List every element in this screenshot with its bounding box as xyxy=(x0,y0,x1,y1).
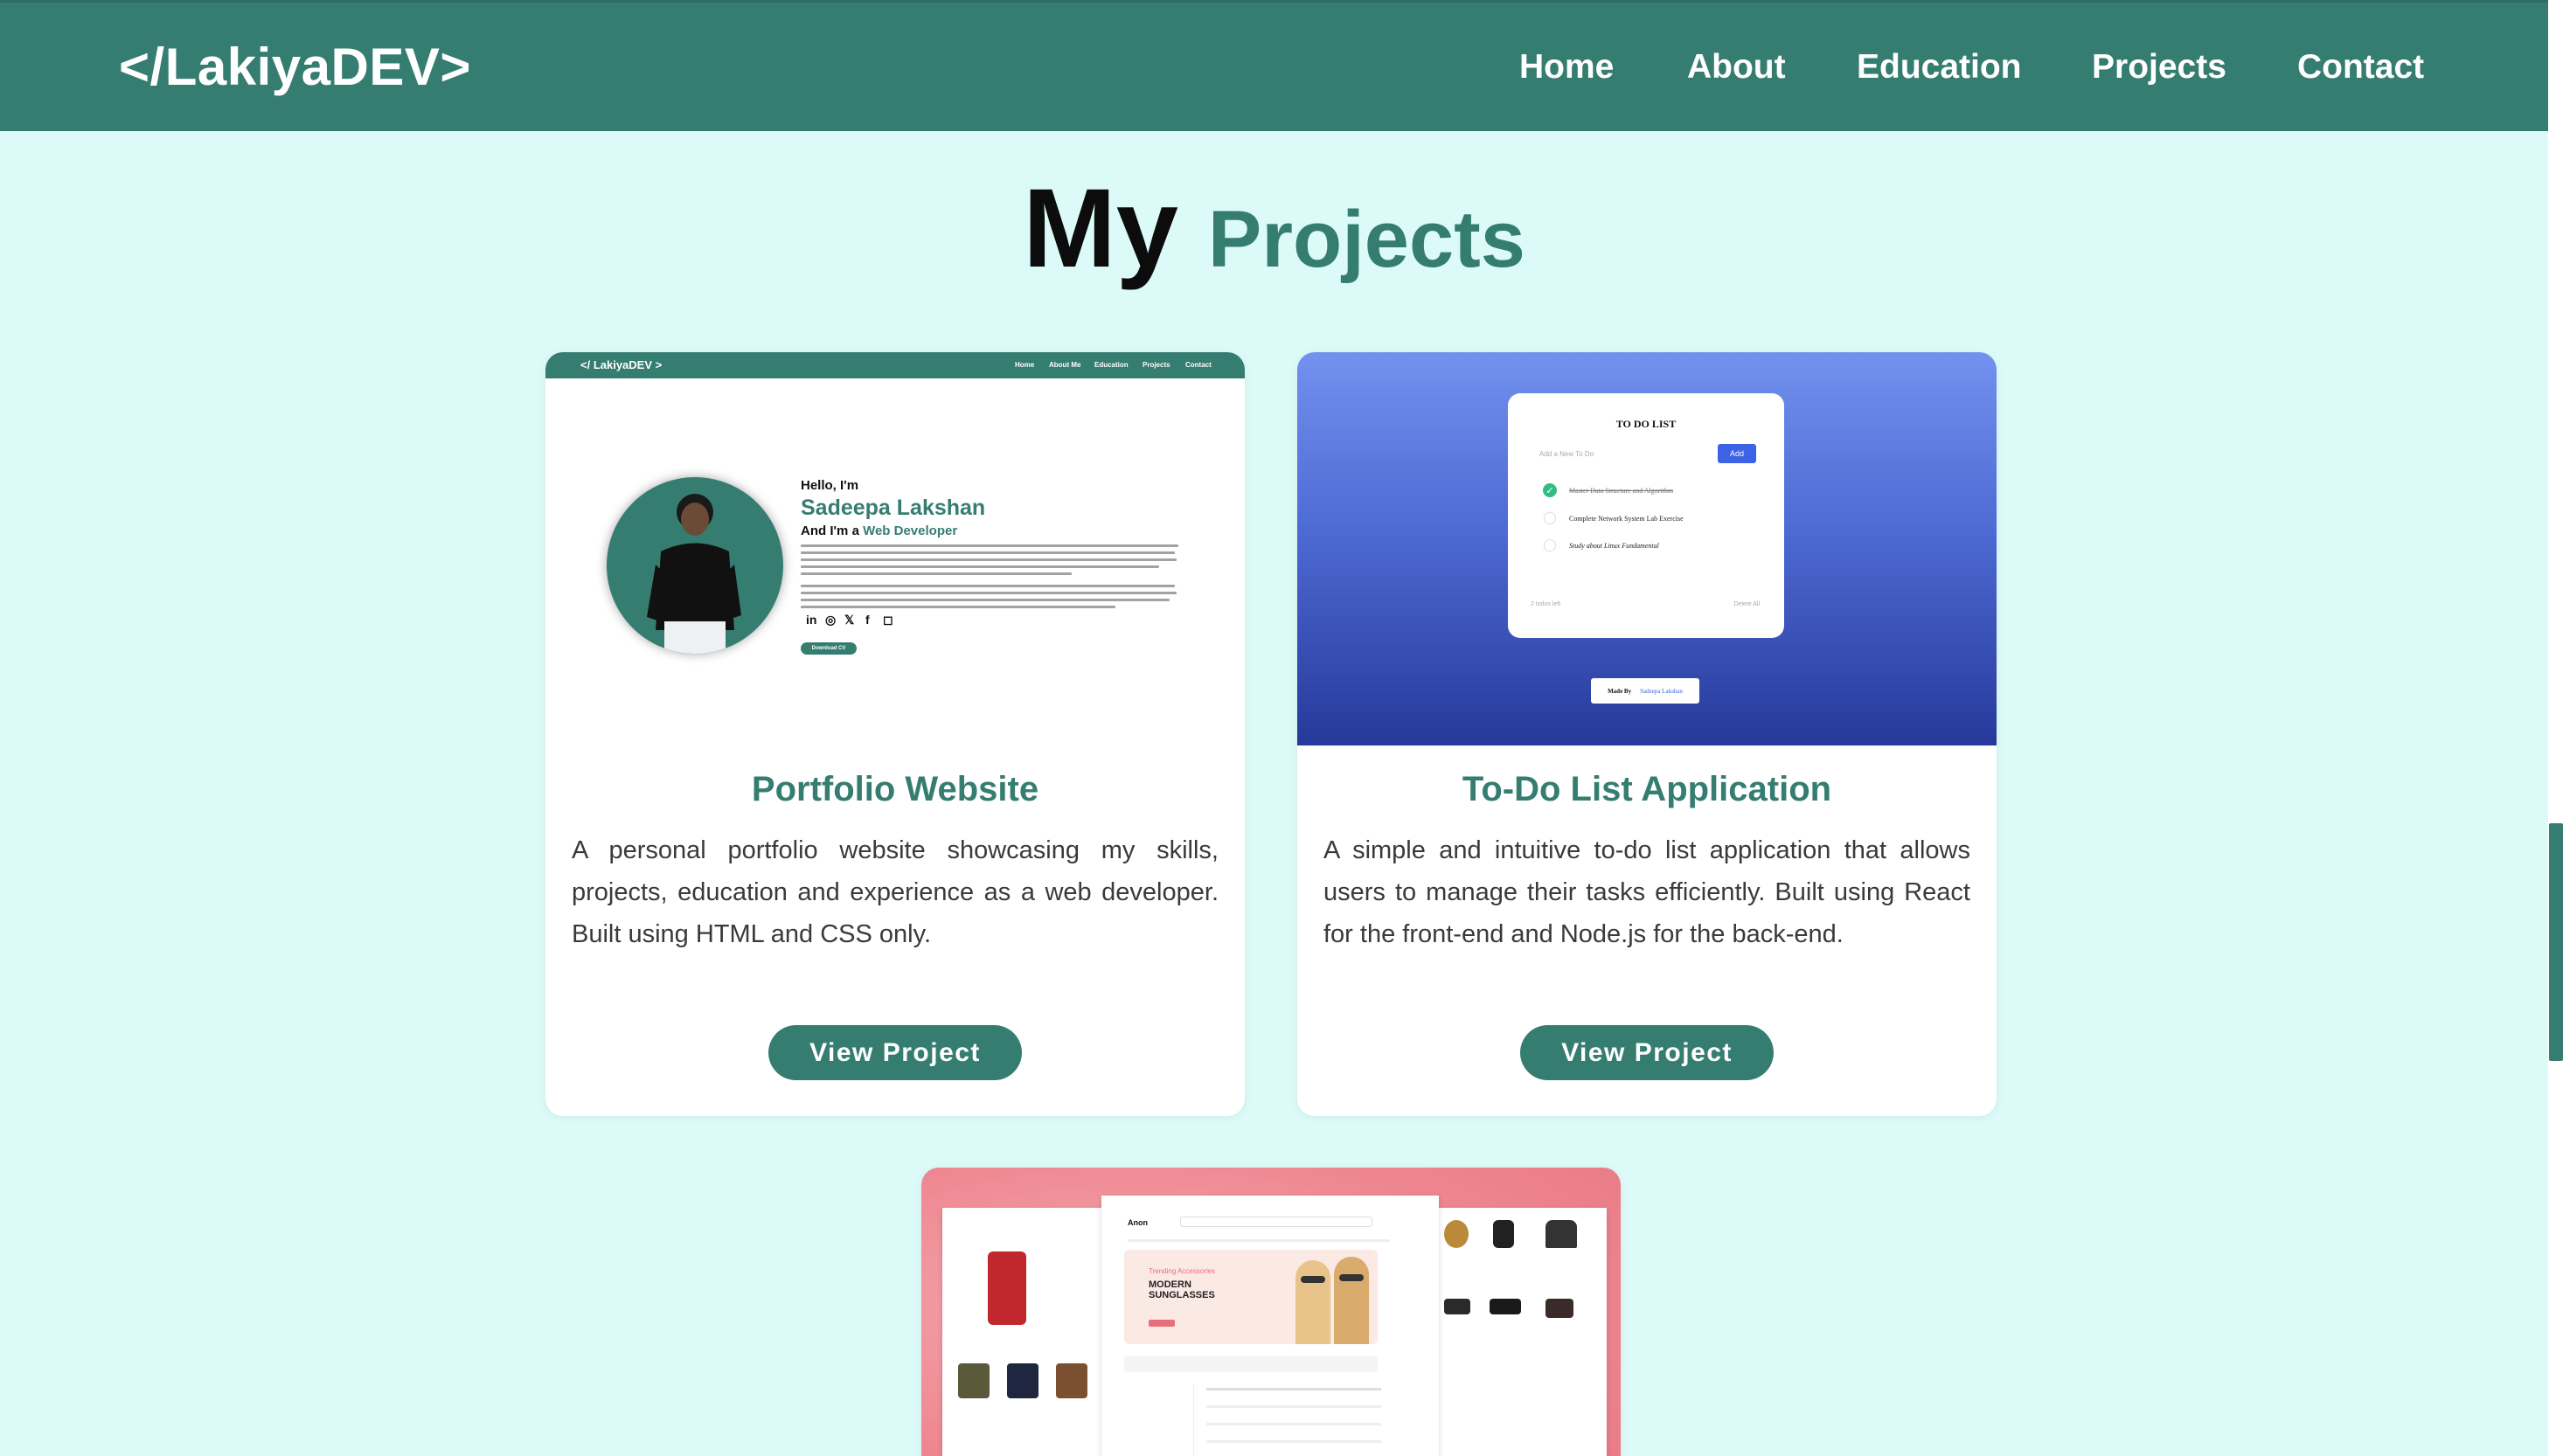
product-watch xyxy=(1444,1220,1469,1248)
project-card-todo: TO DO LIST Add a New To Do Add ✓ Master … xyxy=(1297,352,1997,1116)
product-watch xyxy=(1493,1220,1514,1248)
thumb-made-by: Made By Sadeepa Lakshan xyxy=(1591,678,1699,704)
nav-link-about[interactable]: About xyxy=(1687,48,1786,87)
thumb-made-by-label: Made By xyxy=(1608,687,1632,695)
nav-link-projects[interactable]: Projects xyxy=(2092,48,2226,87)
thumb-role-title: Web Developer xyxy=(863,523,958,538)
thumb-add-button: Add xyxy=(1718,444,1756,463)
thumb-logo: </ LakiyaDEV > xyxy=(580,358,663,371)
project-thumbnail-portfolio: </ LakiyaDEV > Home About Me Education P… xyxy=(545,352,1245,745)
section-heading: My Projects xyxy=(0,164,2548,293)
thumb-left-panel xyxy=(942,1208,1108,1456)
thumb-model xyxy=(1334,1257,1369,1344)
project-title: Portfolio Website xyxy=(751,770,1039,808)
thumb-todo-item: Complete Network System Lab Exercise xyxy=(1569,515,1684,523)
thumb-navbar: </ LakiyaDEV > Home About Me Education P… xyxy=(545,352,1245,378)
thumb-list-line xyxy=(1206,1440,1381,1443)
thumb-download-cv: Download CV xyxy=(801,642,857,655)
thumb-role-prefix: And I'm a xyxy=(801,523,864,538)
thumb-name: Sadeepa Lakshan xyxy=(801,496,986,520)
thumb-shop-now xyxy=(1149,1320,1175,1327)
thumb-greeting: Hello, I'm xyxy=(801,478,859,493)
thumb-text-line xyxy=(801,565,1159,568)
thumb-nav-projects: Projects xyxy=(1143,361,1170,369)
person-illustration xyxy=(647,494,741,654)
sunglasses-icon xyxy=(1301,1276,1325,1283)
product-jacket xyxy=(1007,1363,1038,1398)
thumb-text-line xyxy=(801,606,1115,608)
thumb-banner: Trending Accessories MODERN SUNGLASSES xyxy=(1124,1250,1378,1344)
thumb-search-bar xyxy=(1180,1217,1372,1227)
thumb-list-line xyxy=(1206,1388,1381,1390)
view-project-button[interactable]: View Project xyxy=(768,1025,1022,1080)
linkedin-icon: in xyxy=(806,613,817,627)
thumb-delete-all: Delete All xyxy=(1733,601,1760,607)
thumb-menu-bar xyxy=(1128,1239,1390,1242)
thumb-list-line xyxy=(1206,1423,1381,1425)
thumb-made-by-author: Sadeepa Lakshan xyxy=(1640,687,1683,695)
circle-icon xyxy=(1544,539,1556,551)
thumb-banner-tag: Trending Accessories xyxy=(1149,1267,1216,1275)
thumb-todos-left: 2 todos left xyxy=(1531,601,1561,607)
heading-word-projects: Projects xyxy=(1207,195,1525,284)
thumb-text-line xyxy=(801,551,1175,554)
product-shoe xyxy=(1444,1299,1470,1314)
thumb-todo-input: Add a New To Do xyxy=(1539,450,1594,458)
instagram-icon: ◻ xyxy=(883,613,893,627)
thumb-category-row xyxy=(1124,1356,1378,1372)
nav-link-home[interactable]: Home xyxy=(1519,48,1614,87)
thumb-banner-title: MODERN SUNGLASSES xyxy=(1149,1279,1215,1300)
circle-icon xyxy=(1544,512,1556,524)
thumb-sidebar xyxy=(1124,1384,1194,1456)
project-description: A personal portfolio website showcasing … xyxy=(572,836,1219,948)
product-shoe xyxy=(1490,1299,1521,1314)
thumb-text-line xyxy=(801,544,1178,547)
product-bottle xyxy=(988,1251,1026,1325)
navbar-border xyxy=(0,0,2548,3)
product-heel xyxy=(1545,1220,1577,1248)
x-icon: 𝕏 xyxy=(844,613,855,627)
github-icon: ◎ xyxy=(825,613,837,627)
product-heel xyxy=(1545,1299,1573,1318)
thumb-todo-item-done: Master Data Structure and Algorithm xyxy=(1569,487,1674,495)
nav-link-contact[interactable]: Contact xyxy=(2297,48,2424,87)
thumb-nav-contact: Contact xyxy=(1185,361,1212,369)
thumb-todo-title: TO DO LIST xyxy=(1615,418,1677,430)
site-logo[interactable]: </LakiyaDEV> xyxy=(119,37,471,97)
thumb-text-line xyxy=(801,599,1170,601)
nav-link-education[interactable]: Education xyxy=(1857,48,2022,87)
project-title: To-Do List Application xyxy=(1462,770,1832,808)
project-card-ecommerce: Anon Trending Accessories MODERN SUNGLAS… xyxy=(921,1168,1621,1456)
product-jacket xyxy=(958,1363,990,1398)
page: </LakiyaDEV> Home About Education Projec… xyxy=(0,0,2563,1456)
view-project-button[interactable]: View Project xyxy=(1520,1025,1774,1080)
product-jacket xyxy=(1056,1363,1087,1398)
thumb-center-panel: Anon Trending Accessories MODERN SUNGLAS… xyxy=(1101,1196,1439,1456)
thumb-nav-home: Home xyxy=(1015,361,1035,369)
project-thumbnail-todo: TO DO LIST Add a New To Do Add ✓ Master … xyxy=(1297,352,1997,745)
scrollbar-track[interactable] xyxy=(2548,0,2563,1456)
thumb-text-line xyxy=(801,572,1072,575)
sunglasses-icon xyxy=(1339,1274,1364,1281)
thumb-nav-about: About Me xyxy=(1049,361,1081,369)
thumb-role: And I'm a Web Developer xyxy=(801,523,957,538)
project-card-portfolio: </ LakiyaDEV > Home About Me Education P… xyxy=(545,352,1245,1116)
thumb-todo-box: TO DO LIST Add a New To Do Add ✓ Master … xyxy=(1508,393,1784,638)
scrollbar-thumb[interactable] xyxy=(2549,823,2563,1061)
thumb-list-line xyxy=(1206,1405,1381,1408)
thumb-todo-item: Study about Linux Fundamental xyxy=(1569,542,1659,550)
thumb-nav-education: Education xyxy=(1094,361,1129,369)
thumb-text-line xyxy=(801,558,1177,561)
thumb-text-line xyxy=(801,585,1175,587)
thumb-text-line xyxy=(801,592,1177,594)
thumb-right-panel xyxy=(1432,1208,1607,1456)
facebook-icon: f xyxy=(865,613,870,627)
thumb-model xyxy=(1295,1260,1330,1344)
thumb-shop-brand: Anon xyxy=(1128,1218,1148,1227)
heading-word-my: My xyxy=(1023,166,1178,291)
check-icon: ✓ xyxy=(1543,483,1557,497)
project-description: A simple and intuitive to-do list applic… xyxy=(1323,836,1970,948)
thumb-avatar xyxy=(607,477,783,654)
navbar: </LakiyaDEV> Home About Education Projec… xyxy=(0,0,2548,131)
